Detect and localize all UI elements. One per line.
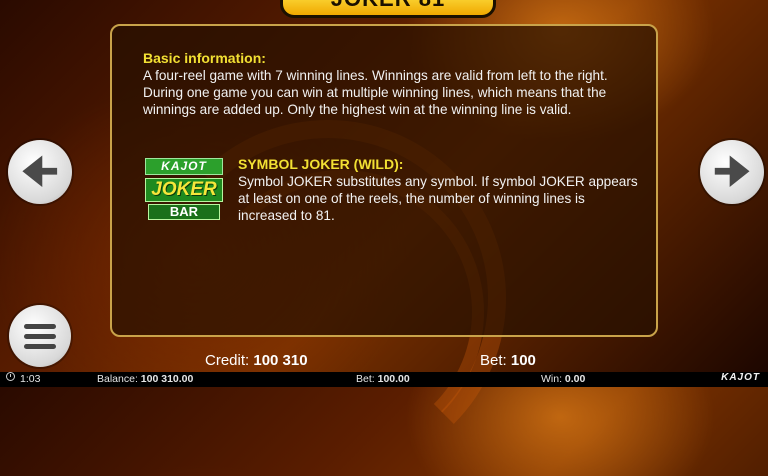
menu-button[interactable] bbox=[9, 305, 71, 367]
joker-symbol-icon: KAJOT JOKER BAR bbox=[145, 158, 223, 220]
wild-symbol-text: Symbol JOKER substitutes any symbol. If … bbox=[238, 174, 638, 223]
info-panel: Basic information: A four-reel game with… bbox=[110, 24, 658, 337]
balance-display: Balance: 100 310.00 bbox=[97, 372, 193, 387]
time-display: 1:03 bbox=[20, 373, 41, 385]
game-logo: JOKER 81 bbox=[280, 0, 496, 18]
credit-label: Credit: bbox=[205, 352, 250, 369]
bet-value: 100 bbox=[510, 352, 536, 369]
win-display: Win: 0.00 bbox=[541, 372, 585, 387]
balance-label: Balance: bbox=[97, 373, 138, 385]
balance-value: 100 310.00 bbox=[140, 373, 194, 385]
clock-icon bbox=[6, 372, 15, 381]
win-label: Win: bbox=[541, 373, 562, 385]
credit-value: 100 310 bbox=[253, 352, 308, 369]
menu-icon bbox=[24, 319, 56, 354]
status-bet-label: Bet: bbox=[356, 373, 375, 385]
prev-page-button[interactable]: 🠈 bbox=[8, 140, 72, 204]
win-value: 0.00 bbox=[564, 373, 586, 385]
wild-symbol-title: SYMBOL JOKER (WILD): bbox=[238, 156, 404, 172]
arrow-left-icon: 🠈 bbox=[21, 150, 59, 194]
symbol-joker-label: JOKER bbox=[145, 178, 223, 202]
brand-logo: KAJOT bbox=[721, 372, 760, 383]
bet-label: Bet: bbox=[480, 352, 507, 369]
symbol-brand-label: KAJOT bbox=[145, 158, 223, 175]
basic-info-text: A four-reel game with 7 winning lines. W… bbox=[143, 68, 608, 117]
credit-display: Credit: 100 310 bbox=[205, 352, 308, 372]
next-page-button[interactable]: 🠊 bbox=[700, 140, 764, 204]
status-bet-value: 100.00 bbox=[377, 373, 410, 385]
basic-info-title: Basic information: bbox=[143, 50, 266, 66]
bet-display: Bet: 100 bbox=[480, 352, 536, 372]
symbol-bar-label: BAR bbox=[148, 204, 220, 220]
status-bar: 1:03 Balance: 100 310.00 Bet: 100.00 Win… bbox=[0, 372, 768, 387]
status-bet-display: Bet: 100.00 bbox=[356, 372, 410, 387]
arrow-right-icon: 🠊 bbox=[713, 150, 751, 194]
